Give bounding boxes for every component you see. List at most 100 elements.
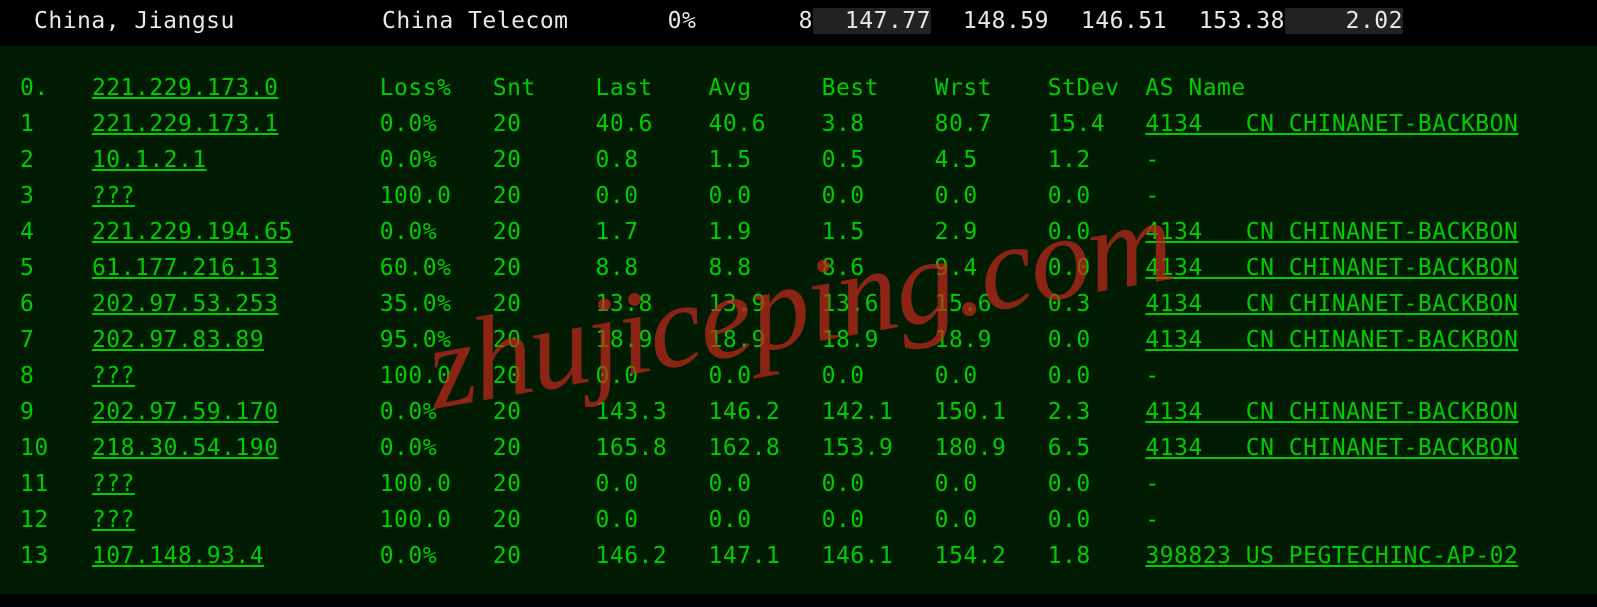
hop-asname: -: [1145, 502, 1577, 538]
hop-stdev: 0.0: [1048, 214, 1146, 250]
hop-row: 6202.97.53.25335.0%2013.813.913.615.60.3…: [20, 286, 1577, 322]
hop-best: 0.0: [822, 502, 935, 538]
hop-index: 4: [20, 214, 92, 250]
hop-row: 3???100.0200.00.00.00.00.0-: [20, 178, 1577, 214]
hop-asname: 4134 CN CHINANET-BACKBON: [1145, 430, 1577, 466]
hop-wrst: 2.9: [935, 214, 1048, 250]
hop-best: 153.9: [822, 430, 935, 466]
hop-host: 202.97.59.170: [92, 394, 380, 430]
hop-last: 0.0: [596, 178, 709, 214]
hop-wrst: 9.4: [935, 250, 1048, 286]
header-stdev: StDev: [1048, 70, 1146, 106]
hop-asname: -: [1145, 142, 1577, 178]
hop-loss: 0.0%: [380, 538, 493, 574]
hop-snt: 20: [493, 214, 596, 250]
hop-snt: 20: [493, 358, 596, 394]
hop-stdev: 0.0: [1048, 178, 1146, 214]
hop-last: 0.8: [596, 142, 709, 178]
header-last: Last: [596, 70, 709, 106]
hop-wrst: 0.0: [935, 178, 1048, 214]
hop-last: 13.8: [596, 286, 709, 322]
hop-index: 2: [20, 142, 92, 178]
hop-stdev: 15.4: [1048, 106, 1146, 142]
hop-snt: 20: [493, 538, 596, 574]
hop-asname: -: [1145, 358, 1577, 394]
hop-index: 7: [20, 322, 92, 358]
hop-row: 4221.229.194.650.0%201.71.91.52.90.04134…: [20, 214, 1577, 250]
hop-last: 165.8: [596, 430, 709, 466]
hop-snt: 20: [493, 250, 596, 286]
hop-best: 18.9: [822, 322, 935, 358]
hop-snt: 20: [493, 466, 596, 502]
hop-last: 0.0: [596, 358, 709, 394]
hop-last: 1.7: [596, 214, 709, 250]
hop-stdev: 2.3: [1048, 394, 1146, 430]
hop-best: 13.6: [822, 286, 935, 322]
summary-last: 147.77: [813, 8, 931, 34]
hop-avg: 18.9: [709, 322, 822, 358]
hop-wrst: 154.2: [935, 538, 1048, 574]
hop-index: 9: [20, 394, 92, 430]
hop-loss: 0.0%: [380, 214, 493, 250]
hop-host: 202.97.53.253: [92, 286, 380, 322]
hop-row: 1221.229.173.10.0%2040.640.63.880.715.44…: [20, 106, 1577, 142]
hop-wrst: 180.9: [935, 430, 1048, 466]
header-wrst: Wrst: [935, 70, 1048, 106]
hop-loss: 0.0%: [380, 394, 493, 430]
hop-avg: 147.1: [709, 538, 822, 574]
hop-wrst: 4.5: [935, 142, 1048, 178]
hop-index: 6: [20, 286, 92, 322]
hop-wrst: 18.9: [935, 322, 1048, 358]
hop-loss: 35.0%: [380, 286, 493, 322]
hop-loss: 0.0%: [380, 106, 493, 142]
hop-index: 13: [20, 538, 92, 574]
hop-index: 1: [20, 106, 92, 142]
hop-index: 5: [20, 250, 92, 286]
hop-stdev: 1.2: [1048, 142, 1146, 178]
hop-wrst: 80.7: [935, 106, 1048, 142]
hop-loss: 100.0: [380, 358, 493, 394]
hop-row: 12???100.0200.00.00.00.00.0-: [20, 502, 1577, 538]
header-loss: Loss%: [380, 70, 493, 106]
summary-avg: 148.59: [931, 8, 1049, 34]
hop-row: 11???100.0200.00.00.00.00.0-: [20, 466, 1577, 502]
hop-host: 221.229.173.1: [92, 106, 380, 142]
hop-avg: 40.6: [709, 106, 822, 142]
header-best: Best: [822, 70, 935, 106]
hop-last: 146.2: [596, 538, 709, 574]
hop-avg: 1.9: [709, 214, 822, 250]
hop-asname: 398823 US PEGTECHINC-AP-02: [1145, 538, 1577, 574]
header-host: 221.229.173.0: [92, 70, 380, 106]
hop-row: 9202.97.59.1700.0%20143.3146.2142.1150.1…: [20, 394, 1577, 430]
hop-loss: 0.0%: [380, 142, 493, 178]
hop-avg: 162.8: [709, 430, 822, 466]
hop-best: 0.0: [822, 358, 935, 394]
summary-snt: 8: [741, 8, 813, 34]
summary-best: 146.51: [1049, 8, 1167, 34]
hop-snt: 20: [493, 394, 596, 430]
header-idx: 0.: [20, 70, 92, 106]
hop-last: 0.0: [596, 502, 709, 538]
hop-loss: 100.0: [380, 502, 493, 538]
hop-stdev: 6.5: [1048, 430, 1146, 466]
hop-best: 1.5: [822, 214, 935, 250]
hop-row: 7202.97.83.8995.0%2018.918.918.918.90.04…: [20, 322, 1577, 358]
hop-best: 142.1: [822, 394, 935, 430]
hop-last: 143.3: [596, 394, 709, 430]
hop-snt: 20: [493, 142, 596, 178]
hop-best: 146.1: [822, 538, 935, 574]
hop-avg: 0.0: [709, 466, 822, 502]
hop-index: 12: [20, 502, 92, 538]
hop-stdev: 0.3: [1048, 286, 1146, 322]
summary-row: China, Jiangsu China Telecom 0% 8 147.77…: [0, 0, 1597, 42]
hop-best: 3.8: [822, 106, 935, 142]
hop-asname: 4134 CN CHINANET-BACKBON: [1145, 394, 1577, 430]
hop-host: 61.177.216.13: [92, 250, 380, 286]
header-asn: AS Name: [1145, 70, 1577, 106]
hop-last: 8.8: [596, 250, 709, 286]
hop-index: 11: [20, 466, 92, 502]
location-cell: China, Jiangsu: [34, 8, 382, 34]
hop-host: 202.97.83.89: [92, 322, 380, 358]
hop-asname: 4134 CN CHINANET-BACKBON: [1145, 214, 1577, 250]
summary-loss: 0%: [623, 8, 741, 34]
